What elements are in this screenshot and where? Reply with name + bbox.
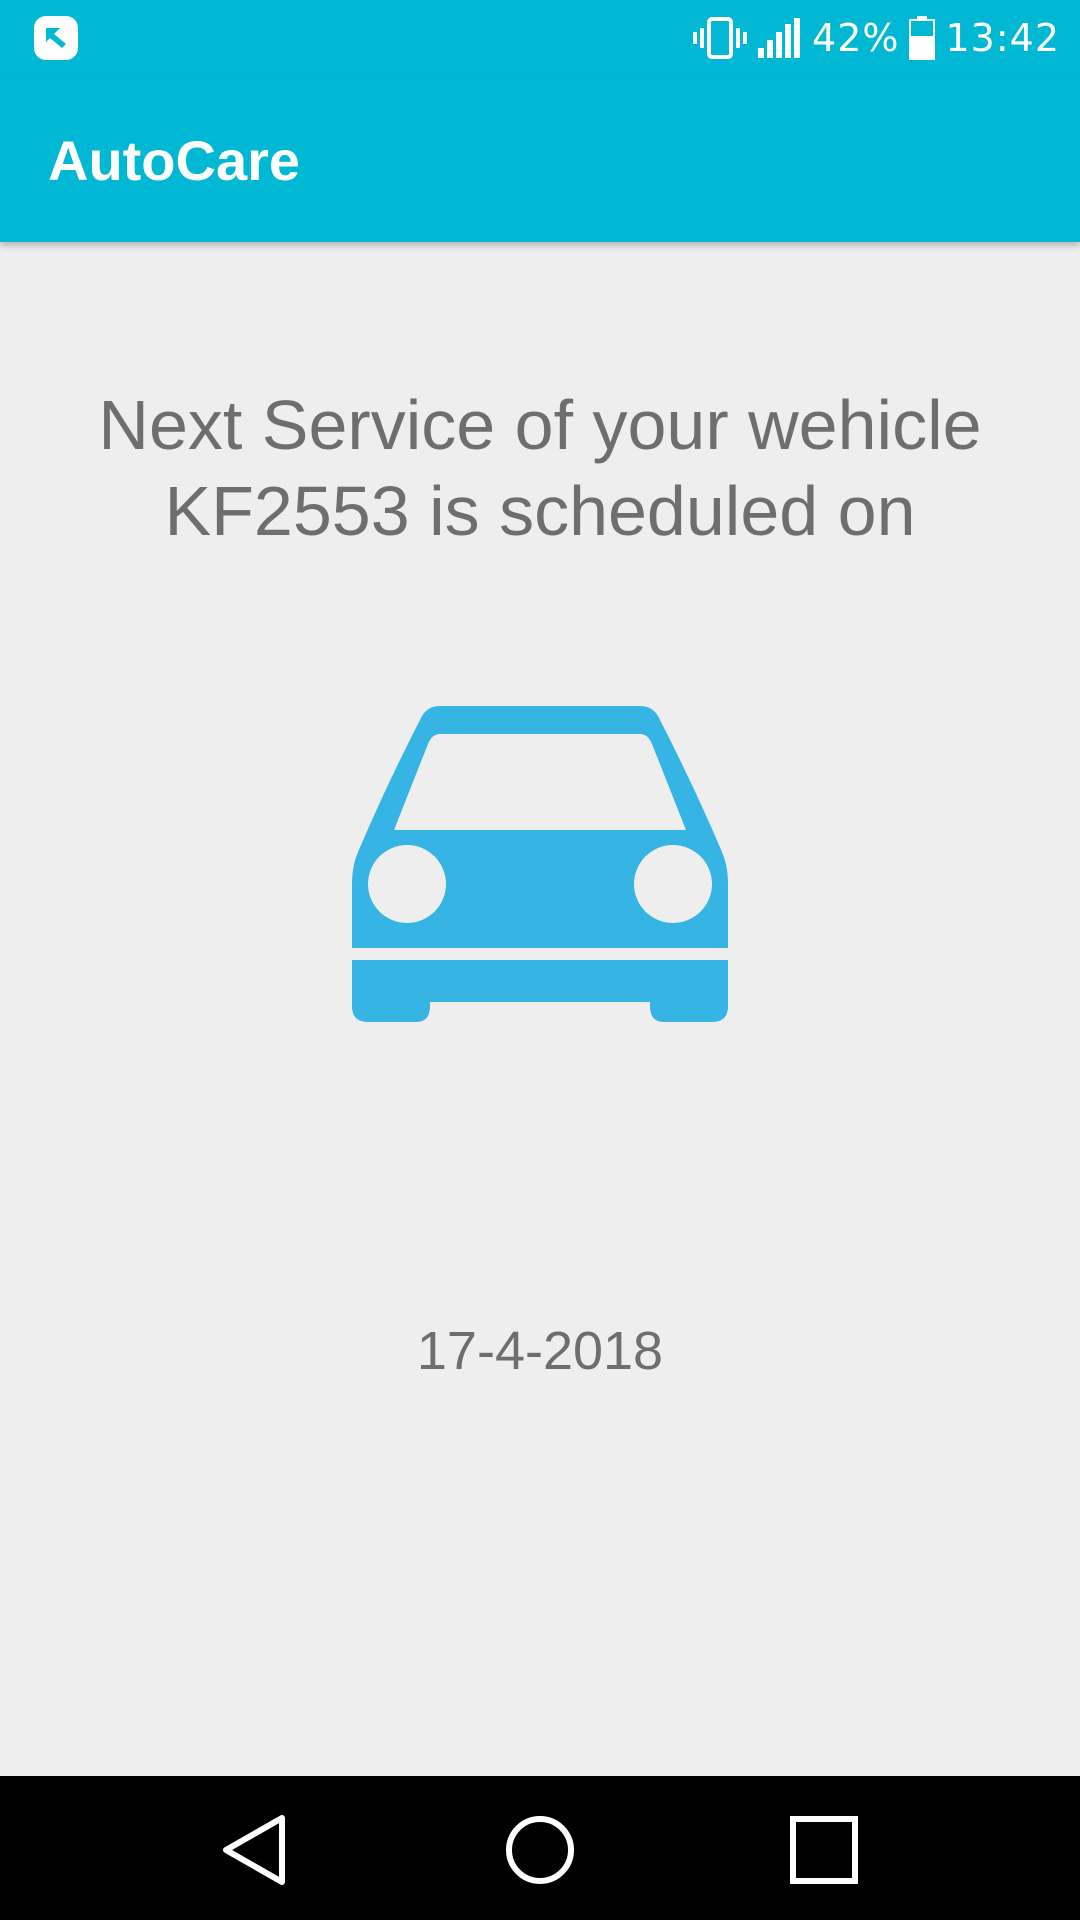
service-date: 17-4-2018 [416,1321,664,1381]
app-bar: AutoCare [0,76,1080,242]
notification-app-icon [34,16,78,60]
screen: 42% 13:42 AutoCare Next Service of your … [0,0,1080,1920]
signal-icon [758,18,801,58]
back-icon[interactable] [218,1812,294,1888]
service-message: Next Service of your wehicle KF2553 is s… [98,386,982,550]
battery-icon [909,16,936,60]
app-title: AutoCare [48,129,301,192]
home-icon[interactable] [502,1812,578,1888]
status-indicators: 42% 13:42 [692,12,1060,64]
status-time: 13:42 [945,16,1060,60]
car-icon [352,706,728,1022]
recents-icon[interactable] [786,1812,862,1888]
vibrate-icon [693,17,748,59]
main-content: Next Service of your wehicle KF2553 is s… [0,242,1080,1776]
battery-percentage: 42% [812,16,900,60]
status-bar: 42% 13:42 [0,0,1080,76]
navigation-bar [0,1776,1080,1920]
